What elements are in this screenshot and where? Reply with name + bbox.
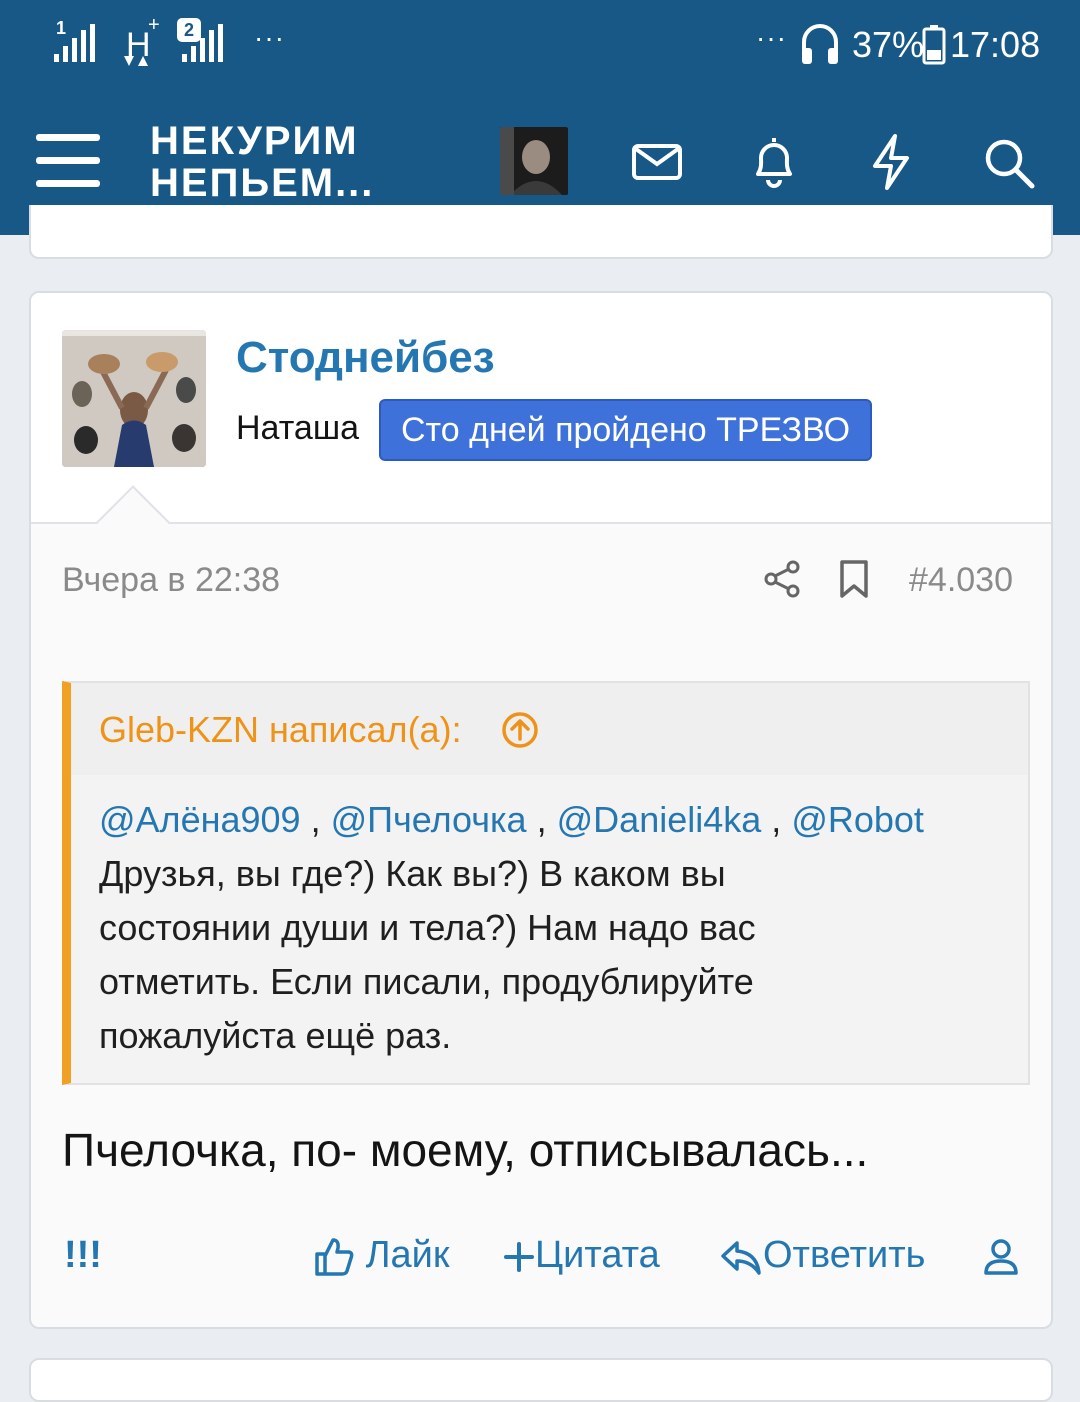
site-logo[interactable]: НЕКУРИМ НЕПЬЕМ... xyxy=(150,120,374,204)
menu-icon[interactable] xyxy=(36,134,100,188)
bell-icon[interactable] xyxy=(744,132,804,192)
report-button[interactable]: !!! xyxy=(64,1225,102,1285)
quote-button[interactable]: Цитата xyxy=(503,1225,660,1285)
quote-block: Gleb-KZN написал(а): @Алёна909 , @Пчелоч… xyxy=(62,681,1030,1085)
mention-link[interactable]: @Пчелочка xyxy=(331,799,527,840)
envelope-icon[interactable] xyxy=(627,132,687,192)
quote-label: Цитата xyxy=(535,1234,660,1276)
app-header: 1 H + 2 ··· ··· 37% 17:08 НЕКУРИМ НЕПЬЕМ… xyxy=(0,0,1080,235)
logo-line2: НЕПЬЕМ... xyxy=(150,161,375,205)
bolt-icon[interactable] xyxy=(861,132,921,192)
clock: 17:08 xyxy=(950,24,1041,65)
status-more: ··· xyxy=(756,22,787,53)
status-bar: 1 H + 2 ··· ··· 37% 17:08 xyxy=(0,0,1080,92)
bookmark-icon[interactable] xyxy=(836,559,872,599)
user-banner-badge: Сто дней пройдено ТРЕЗВО xyxy=(379,399,873,461)
signal-icon-2 xyxy=(182,24,223,62)
mention-separator: , xyxy=(771,799,782,840)
user-profile-button[interactable] xyxy=(983,1225,1019,1285)
data-arrows-icon xyxy=(124,56,148,66)
previous-post-card xyxy=(29,205,1053,259)
search-icon[interactable] xyxy=(978,132,1038,192)
mention-link[interactable]: @Robot xyxy=(791,799,924,840)
reply-icon xyxy=(721,1241,761,1275)
quote-text-line: отметить. Если писали, продублируйте xyxy=(99,961,754,1002)
like-button[interactable]: Лайк xyxy=(313,1225,450,1285)
quote-body: @Алёна909 , @Пчелочка , @Danieli4ka , @R… xyxy=(99,793,999,1063)
mention-link[interactable]: @Алёна909 xyxy=(99,799,301,840)
account-avatar[interactable] xyxy=(500,127,568,195)
mention-separator: , xyxy=(310,799,321,840)
like-label: Лайк xyxy=(365,1234,450,1276)
notification-more: ··· xyxy=(254,22,285,53)
battery-percent: 37% xyxy=(852,24,925,65)
quote-text-line: пожалуйста ещё раз. xyxy=(99,1015,452,1056)
post-number[interactable]: #4.030 xyxy=(909,561,1013,600)
post-date[interactable]: Вчера в 22:38 xyxy=(62,561,280,600)
logo-line1: НЕКУРИМ xyxy=(150,119,359,163)
user-avatar[interactable] xyxy=(62,330,206,467)
quote-text-line: состоянии души и тела?) Нам надо вас xyxy=(99,907,756,948)
post-card: Стоднейбез Наташа Сто дней пройдено ТРЕЗ… xyxy=(29,291,1053,1329)
user-title: Наташа xyxy=(236,409,360,447)
avatar-image xyxy=(500,127,568,195)
user-avatar-image xyxy=(62,330,206,467)
quote-header: Gleb-KZN написал(а): xyxy=(71,683,1028,775)
share-icon[interactable] xyxy=(763,559,803,599)
reply-label: Ответить xyxy=(763,1234,926,1276)
plus-icon xyxy=(504,1241,534,1272)
signal-icon xyxy=(54,24,95,62)
quote-mentions: @Алёна909 , @Пчелочка , @Danieli4ka , @R… xyxy=(99,793,999,847)
battery-icon xyxy=(922,25,946,65)
post-user-block: Стоднейбез Наташа Сто дней пройдено ТРЕЗ… xyxy=(31,293,1051,524)
post-actions: !!! Лайк Цитата Ответить xyxy=(31,1225,1051,1285)
post-username[interactable]: Стоднейбез xyxy=(236,333,495,383)
reply-button[interactable]: Ответить xyxy=(719,1225,925,1285)
mention-separator: , xyxy=(536,799,547,840)
network-plus: + xyxy=(148,14,160,36)
quote-author[interactable]: Gleb-KZN написал(а): xyxy=(99,709,462,751)
headphones-icon xyxy=(802,24,838,64)
quote-text-line: Друзья, вы где?) Как вы?) В каком вы xyxy=(99,853,726,894)
post-message-text: Пчелочка, по- моему, отписывалась... xyxy=(62,1124,869,1176)
arrow-up-circle-icon[interactable] xyxy=(501,711,539,749)
thumbs-up-icon xyxy=(315,1238,354,1276)
user-icon xyxy=(984,1239,1018,1275)
next-post-card xyxy=(29,1358,1053,1402)
mention-link[interactable]: @Danieli4ka xyxy=(557,799,762,840)
